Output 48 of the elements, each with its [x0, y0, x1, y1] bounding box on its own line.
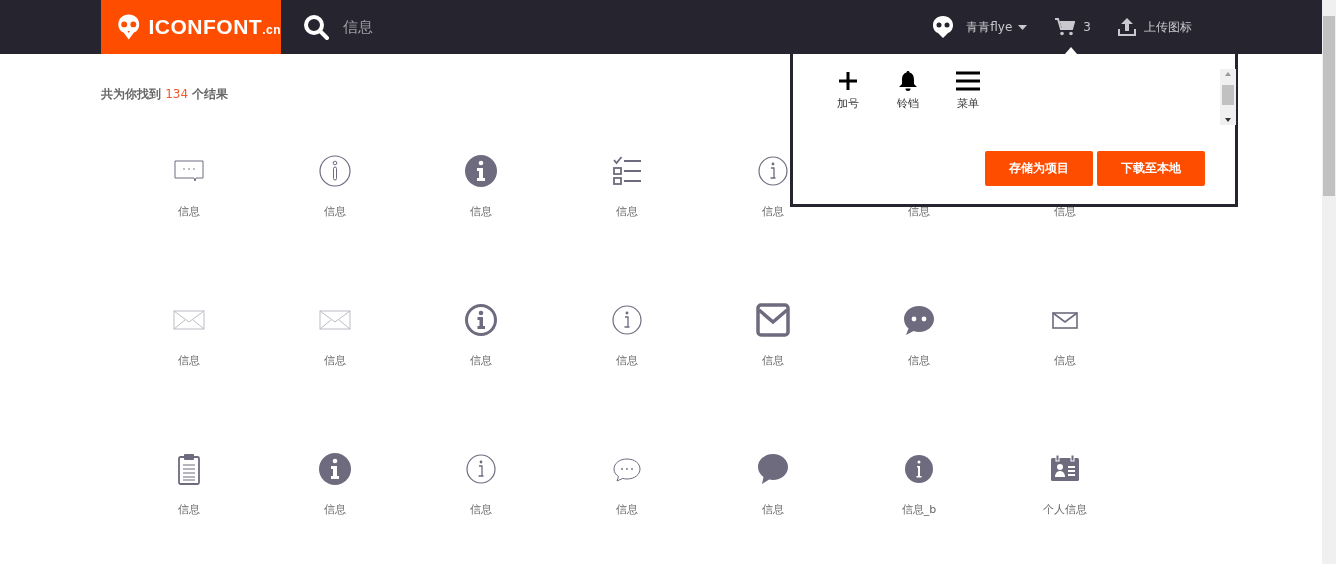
logo[interactable]: ICONFONT.cn	[101, 0, 281, 54]
icon-tile[interactable]: 个人信息	[992, 451, 1138, 564]
scrollbar[interactable]	[1322, 0, 1336, 564]
icon-tile[interactable]: 信息	[262, 302, 408, 451]
info-icon	[463, 451, 499, 487]
cart-item[interactable]: 铃铛	[891, 70, 925, 111]
save-project-button[interactable]: 存储为项目	[985, 151, 1093, 186]
upload-button[interactable]: 上传图标	[1118, 18, 1192, 36]
search-icon[interactable]	[303, 14, 329, 40]
icon-tile[interactable]: 信息	[262, 153, 408, 302]
plus-icon	[838, 71, 858, 91]
cart-button[interactable]: 3	[1055, 18, 1091, 36]
cart-item[interactable]: 加号	[831, 70, 865, 111]
icon-tile[interactable]: 信息	[554, 451, 700, 564]
icon-tile[interactable]: 信息	[116, 302, 262, 451]
download-button[interactable]: 下载至本地	[1097, 151, 1205, 186]
logo-text: ICONFONT.cn	[148, 15, 281, 39]
icon-tile[interactable]: 信息	[700, 451, 846, 564]
search-field[interactable]: 信息	[343, 17, 373, 37]
upload-icon	[1118, 18, 1136, 36]
icon-tile[interactable]: 信息	[992, 302, 1138, 451]
info-icon	[317, 451, 353, 487]
icon-tile[interactable]: 信息	[846, 302, 992, 451]
icon-tile[interactable]: 信息	[408, 451, 554, 564]
info-icon	[463, 302, 499, 338]
icon-tile[interactable]: 信息	[700, 153, 846, 302]
icon-tile[interactable]: 信息_b	[846, 451, 992, 564]
menu-icon	[956, 71, 980, 91]
chat-bubble-icon	[755, 451, 791, 487]
info-icon	[755, 153, 791, 189]
info-icon	[463, 153, 499, 189]
icon-tile[interactable]: 信息	[116, 451, 262, 564]
user-menu[interactable]: 青青flye	[932, 15, 1028, 39]
icon-tile[interactable]: 信息	[554, 302, 700, 451]
icon-tile[interactable]: 信息	[408, 302, 554, 451]
cart-icon	[1055, 18, 1076, 36]
cart-item[interactable]: 菜单	[951, 70, 985, 111]
icon-tile[interactable]: 信息	[554, 153, 700, 302]
icon-tile[interactable]: 信息	[408, 153, 554, 302]
info-icon	[609, 302, 645, 338]
info-icon	[317, 153, 353, 189]
icon-tile[interactable]: 信息	[262, 451, 408, 564]
caret-icon	[1018, 24, 1028, 30]
bell-icon	[898, 70, 918, 92]
mail-icon	[755, 302, 791, 338]
icon-tile[interactable]: 信息	[700, 302, 846, 451]
icon-tile[interactable]: 信息	[116, 153, 262, 302]
skull-avatar-icon	[932, 15, 955, 39]
